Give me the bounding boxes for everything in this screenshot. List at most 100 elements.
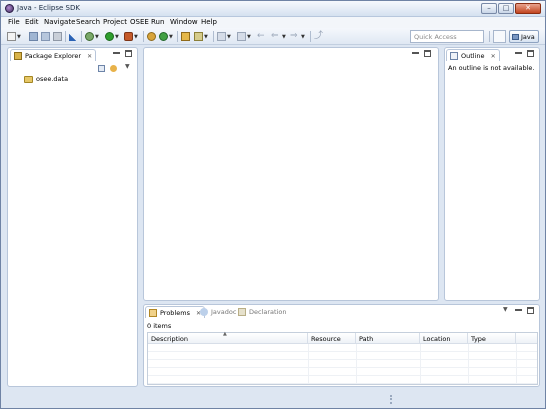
maximize-button[interactable]: □ <box>498 3 514 14</box>
tab-javadoc[interactable]: Javadoc <box>197 306 239 318</box>
menu-search[interactable]: Search <box>76 18 100 26</box>
new-class-dropdown-icon[interactable]: ▼ <box>169 34 173 40</box>
declaration-label: Declaration <box>249 308 287 316</box>
java-perspective-button[interactable]: Java <box>509 30 539 43</box>
status-bar <box>1 392 545 408</box>
menu-file[interactable]: File <box>8 18 20 26</box>
status-grip-handle[interactable] <box>390 395 392 404</box>
minimize-button[interactable]: – <box>481 3 497 14</box>
tree-item[interactable]: osee.data <box>24 75 68 83</box>
window-title: Java - Eclipse SDK <box>17 4 80 12</box>
maximize-view-icon[interactable] <box>125 50 132 57</box>
open-perspective-icon[interactable] <box>493 30 506 43</box>
menu-project[interactable]: Project <box>103 18 127 26</box>
forward-dropdown-icon[interactable]: ▼ <box>301 34 305 40</box>
pin-icon[interactable] <box>69 32 78 41</box>
menu-navigate[interactable]: Navigate <box>44 18 75 26</box>
column-description[interactable]: Description ▲ <box>148 331 308 344</box>
view-menu-icon[interactable]: ▼ <box>503 306 508 313</box>
search-dropdown-icon[interactable]: ▼ <box>204 34 208 40</box>
new-dropdown-icon[interactable]: ▼ <box>17 34 21 40</box>
new-class-icon[interactable] <box>159 32 168 41</box>
new-java-project-icon[interactable] <box>147 32 156 41</box>
prev-annotation-dropdown-icon[interactable]: ▼ <box>227 34 231 40</box>
debug-dropdown-icon[interactable]: ▼ <box>95 34 99 40</box>
save-icon[interactable] <box>29 32 38 41</box>
view-menu-icon[interactable]: ▼ <box>125 63 130 70</box>
minimize-view-icon[interactable] <box>515 309 522 312</box>
link-with-editor-icon[interactable] <box>110 65 117 72</box>
project-folder-icon <box>24 75 33 83</box>
run-icon[interactable] <box>105 32 114 41</box>
tab-package-explorer[interactable]: Package Explorer ✕ <box>10 49 97 61</box>
quick-access-input[interactable]: Quick Access <box>410 30 484 43</box>
back-icon[interactable]: ← <box>257 32 266 41</box>
outline-label: Outline <box>461 52 485 60</box>
problems-view: Problems ✕ Javadoc Declaration ▼ 0 items… <box>143 304 540 387</box>
close-window-button[interactable]: ✕ <box>515 3 541 14</box>
pin-editor-icon[interactable]: ⤴ <box>314 32 323 41</box>
open-type-icon[interactable] <box>181 32 190 41</box>
problems-label: Problems <box>160 309 190 317</box>
debug-icon[interactable] <box>85 32 94 41</box>
perspective-label: Java <box>521 33 535 41</box>
tab-outline[interactable]: Outline ✕ <box>446 49 500 61</box>
external-tools-icon[interactable] <box>124 32 133 41</box>
tree-item-label: osee.data <box>36 75 69 83</box>
next-annotation-icon[interactable] <box>237 32 246 41</box>
minimize-view-icon[interactable] <box>515 52 522 55</box>
project-tree: osee.data <box>24 75 68 83</box>
next-annotation-dropdown-icon[interactable]: ▼ <box>247 34 251 40</box>
package-explorer-view: Package Explorer ✕ ▼ osee.data <box>7 47 138 387</box>
menu-bar: File Edit Navigate Search Project OSEE R… <box>1 17 545 28</box>
outline-message: An outline is not available. <box>448 64 535 72</box>
table-row <box>148 344 537 352</box>
package-explorer-label: Package Explorer <box>25 52 82 60</box>
menu-osee[interactable]: OSEE <box>130 18 149 26</box>
close-tab-icon[interactable]: ✕ <box>87 53 92 60</box>
tab-declaration[interactable]: Declaration <box>235 306 289 318</box>
eclipse-window: Java - Eclipse SDK – □ ✕ File Edit Navig… <box>0 0 546 409</box>
table-row <box>148 376 537 384</box>
print-icon[interactable] <box>53 32 62 41</box>
column-location[interactable]: Location <box>420 333 468 344</box>
collapse-all-icon[interactable] <box>98 65 105 72</box>
back-history-icon[interactable]: ⇐ <box>271 32 280 41</box>
maximize-view-icon[interactable] <box>527 50 534 57</box>
menu-run[interactable]: Run <box>151 18 164 26</box>
prev-annotation-icon[interactable] <box>217 32 226 41</box>
javadoc-label: Javadoc <box>211 308 237 316</box>
java-perspective-icon <box>512 34 519 40</box>
save-all-icon[interactable] <box>41 32 50 41</box>
declaration-icon <box>238 308 246 316</box>
back-dropdown-icon[interactable]: ▼ <box>282 34 286 40</box>
problems-table: Description ▲ Resource Path Location Typ… <box>147 331 538 385</box>
column-type[interactable]: Type <box>468 333 516 344</box>
items-count: 0 items <box>147 322 172 330</box>
outline-icon <box>450 52 458 60</box>
search-icon[interactable] <box>194 32 203 41</box>
editor-area[interactable] <box>143 47 439 301</box>
package-explorer-icon <box>14 52 22 60</box>
javadoc-icon <box>200 308 208 316</box>
sort-ascending-icon: ▲ <box>223 331 227 337</box>
minimize-editor-icon[interactable] <box>412 52 419 55</box>
outline-header: Outline ✕ <box>445 48 539 61</box>
package-explorer-header: Package Explorer ✕ <box>8 48 137 61</box>
maximize-editor-icon[interactable] <box>424 50 431 57</box>
column-resource[interactable]: Resource <box>308 333 356 344</box>
external-tools-dropdown-icon[interactable]: ▼ <box>134 34 138 40</box>
main-toolbar: ▼ ▼ ▼ ▼ ▼ ▼ ▼ ▼ ← ⇐ ▼ ⇒ ▼ ⤴ Quick Access <box>1 28 545 45</box>
forward-icon[interactable]: ⇒ <box>290 32 299 41</box>
close-tab-icon[interactable]: ✕ <box>491 53 496 60</box>
menu-help[interactable]: Help <box>201 18 217 26</box>
run-dropdown-icon[interactable]: ▼ <box>115 34 119 40</box>
menu-edit[interactable]: Edit <box>25 18 39 26</box>
problems-header: Problems ✕ Javadoc Declaration ▼ <box>144 305 539 318</box>
menu-window[interactable]: Window <box>170 18 198 26</box>
minimize-view-icon[interactable] <box>113 52 120 55</box>
column-path[interactable]: Path <box>356 333 420 344</box>
maximize-view-icon[interactable] <box>527 307 534 314</box>
new-icon[interactable] <box>7 32 16 41</box>
title-bar[interactable]: Java - Eclipse SDK – □ ✕ <box>1 1 545 17</box>
